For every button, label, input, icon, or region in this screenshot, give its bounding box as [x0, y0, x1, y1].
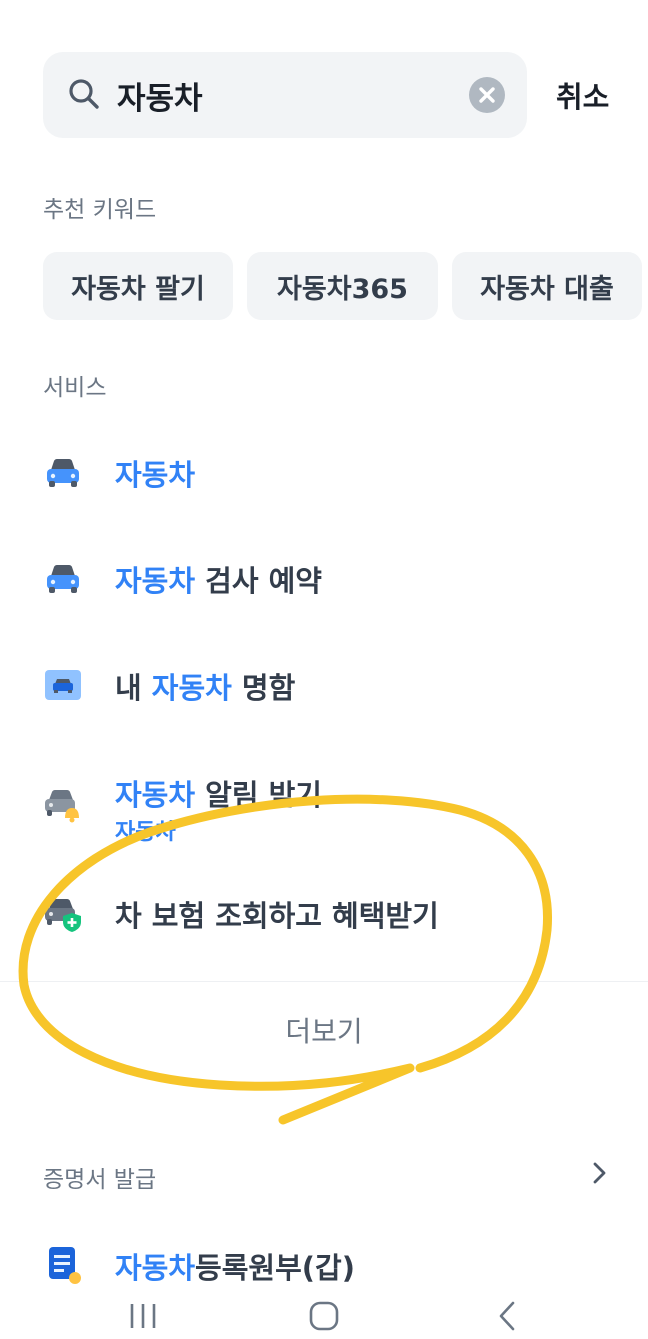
- car-insurance-icon: [45, 899, 81, 932]
- service-item-label: 차 보험 조회하고 혜택받기: [115, 899, 439, 933]
- system-nav-bar: [0, 1294, 648, 1339]
- car-card-icon: [45, 670, 81, 700]
- service-item-subtitle: 자동차: [115, 820, 176, 845]
- service-item-car-insurance[interactable]: 차 보험 조회하고 혜택받기: [43, 883, 623, 943]
- car-icon: [47, 565, 79, 593]
- service-item-car-inspection[interactable]: 자동차 검사 예약: [43, 548, 623, 608]
- search-field[interactable]: [43, 52, 527, 138]
- certificate-item-label: 자동차등록원부(갑): [115, 1251, 355, 1285]
- car-alert-icon: [45, 790, 79, 823]
- certificate-item-car-registration[interactable]: 자동차등록원부(갑): [43, 1235, 623, 1295]
- more-button[interactable]: 더보기: [0, 1000, 648, 1060]
- certificate-section-header[interactable]: 증명서 발급: [43, 1150, 613, 1196]
- back-icon[interactable]: [488, 1298, 528, 1334]
- services-title: 서비스: [43, 375, 107, 401]
- recent-apps-icon[interactable]: [123, 1298, 163, 1334]
- home-icon[interactable]: [304, 1298, 344, 1334]
- clear-icon[interactable]: [469, 77, 505, 113]
- search-input[interactable]: [117, 74, 457, 116]
- car-icon: [47, 459, 79, 487]
- keyword-chip-car-sell[interactable]: 자동차 팔기: [43, 252, 233, 320]
- keyword-chip-car365[interactable]: 자동차365: [247, 252, 438, 320]
- chevron-right-icon: [593, 1162, 606, 1184]
- certificate-title: 증명서 발급: [43, 1167, 157, 1193]
- keyword-chip-car-loan[interactable]: 자동차 대출: [452, 252, 642, 320]
- service-item-label: 자동차: [115, 458, 196, 492]
- service-item-car-alert[interactable]: 자동차 알림 받기 자동차: [43, 762, 623, 845]
- service-item-car[interactable]: 자동차: [43, 442, 623, 502]
- cancel-button[interactable]: 취소: [556, 74, 609, 116]
- service-item-label: 자동차 알림 받기: [115, 778, 322, 812]
- service-item-car-card[interactable]: 내 자동차 명함: [43, 655, 623, 715]
- divider: [0, 981, 648, 982]
- document-icon: [49, 1247, 81, 1284]
- service-item-label: 내 자동차 명함: [115, 671, 296, 705]
- recommended-keywords-title: 추천 키워드: [43, 197, 157, 223]
- status-bar: [0, 0, 648, 10]
- service-item-label: 자동차 검사 예약: [115, 564, 322, 598]
- search-icon: [69, 79, 99, 109]
- search-bar: 취소: [43, 52, 633, 138]
